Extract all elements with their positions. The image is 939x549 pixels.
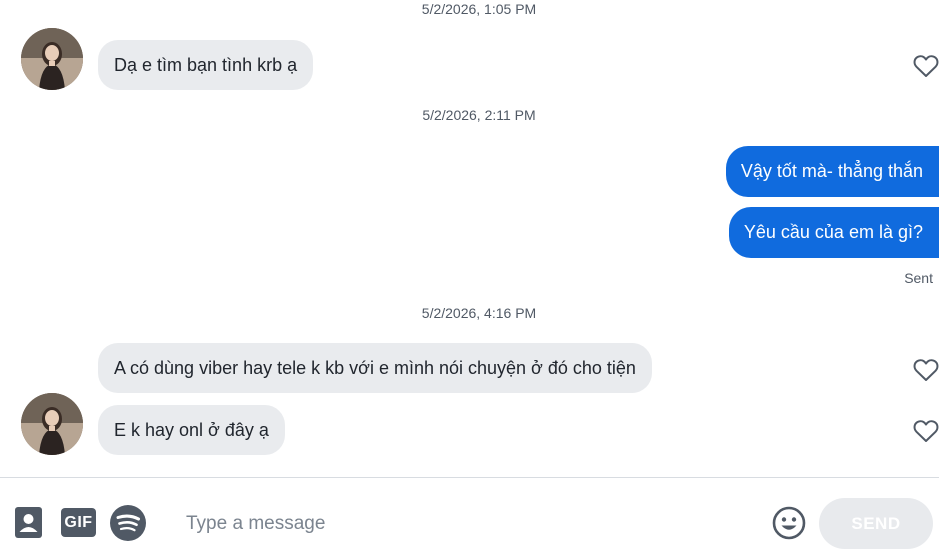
avatar[interactable] bbox=[21, 393, 83, 455]
avatar[interactable] bbox=[21, 28, 83, 90]
delivery-status: Sent bbox=[904, 270, 933, 286]
avatar-photo bbox=[21, 393, 83, 455]
heart-icon[interactable] bbox=[913, 54, 939, 78]
message-bubble-incoming[interactable]: E k hay onl ở đây ạ bbox=[98, 405, 285, 455]
send-button[interactable]: SEND bbox=[819, 498, 933, 549]
composer-divider bbox=[0, 477, 939, 478]
heart-icon[interactable] bbox=[913, 358, 939, 382]
message-input[interactable] bbox=[186, 506, 746, 542]
message-bubble-outgoing[interactable]: Vậy tốt mà- thẳng thắn bbox=[725, 146, 939, 197]
timestamp: 5/2/2026, 4:16 PM bbox=[421, 305, 537, 321]
avatar-photo bbox=[21, 28, 83, 90]
contact-card-icon[interactable] bbox=[15, 507, 42, 538]
heart-icon[interactable] bbox=[913, 419, 939, 443]
message-bubble-incoming[interactable]: A có dùng viber hay tele k kb với e mình… bbox=[98, 343, 652, 393]
spotify-icon[interactable] bbox=[110, 505, 146, 541]
emoji-icon[interactable] bbox=[772, 506, 806, 540]
timestamp: 5/2/2026, 1:05 PM bbox=[421, 1, 537, 17]
message-bubble-outgoing[interactable]: Yêu cầu của em là gì? bbox=[728, 207, 939, 258]
gif-icon[interactable]: GIF bbox=[61, 508, 96, 537]
timestamp: 5/2/2026, 2:11 PM bbox=[422, 107, 536, 123]
message-bubble-incoming[interactable]: Dạ e tìm bạn tình krb ạ bbox=[98, 40, 314, 90]
